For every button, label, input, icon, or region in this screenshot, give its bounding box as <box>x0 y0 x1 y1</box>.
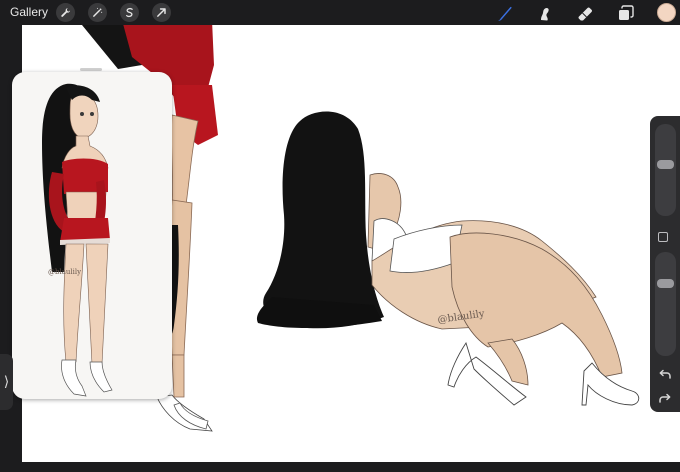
brush-size-knob[interactable] <box>657 160 674 169</box>
opacity-slider[interactable] <box>655 252 676 356</box>
layers-icon[interactable] <box>614 2 636 24</box>
side-slider-bar <box>650 116 680 412</box>
opacity-knob[interactable] <box>657 279 674 288</box>
undo-icon[interactable] <box>656 368 674 382</box>
color-swatch[interactable] <box>657 3 676 22</box>
smudge-icon[interactable] <box>534 2 556 24</box>
top-toolbar: Gallery <box>0 0 680 25</box>
reference-window[interactable]: @blaulily <box>12 72 172 399</box>
reference-image: @blaulily <box>42 83 113 397</box>
reference-signature: @blaulily <box>48 268 81 276</box>
reference-drag-handle[interactable] <box>80 68 102 71</box>
redo-icon[interactable] <box>656 392 674 406</box>
wrench-icon[interactable] <box>56 3 75 22</box>
magic-wand-icon[interactable] <box>88 3 107 22</box>
brush-icon[interactable] <box>494 2 516 24</box>
transform-arrow-icon[interactable] <box>152 3 171 22</box>
kneeling-figure-sketch: @blaulily <box>256 111 640 406</box>
reference-collapse-tab[interactable]: ⟩ <box>0 354 13 410</box>
selection-icon[interactable] <box>120 3 139 22</box>
bottom-bar <box>0 462 680 472</box>
eraser-icon[interactable] <box>574 2 596 24</box>
modify-button[interactable] <box>658 232 668 242</box>
gallery-button[interactable]: Gallery <box>10 5 48 19</box>
brush-size-slider[interactable] <box>655 124 676 216</box>
